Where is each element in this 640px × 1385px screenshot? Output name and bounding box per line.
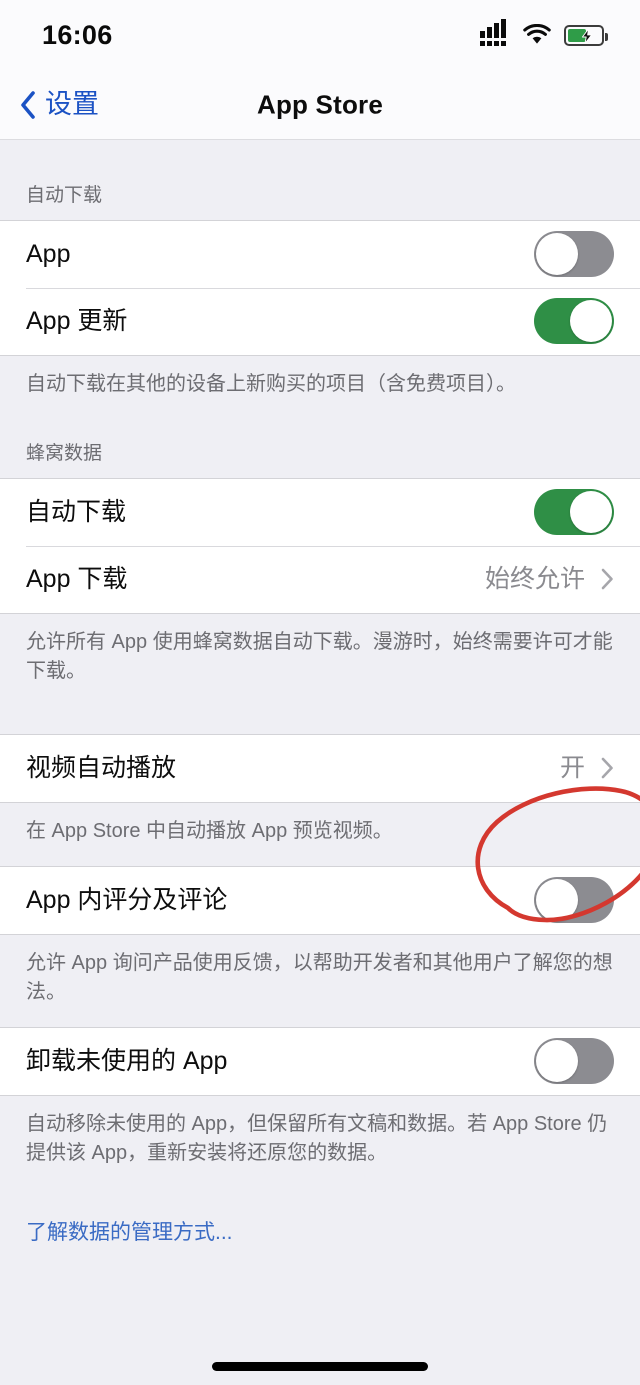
toggle-app-updates[interactable] [534, 298, 614, 345]
section-footer-video-autoplay: 在 App Store 中自动播放 App 预览视频。 [26, 819, 393, 842]
iphone-screen: 16:06 设置 App Store 自动下载 App App 更新 自动下载在… [0, 0, 640, 1385]
cellular-signal-icon [480, 19, 510, 46]
settings-list: 自动下载 App App 更新 自动下载在其他的设备上新购买的项目（含免费项目）… [0, 141, 640, 1385]
home-indicator[interactable] [212, 1362, 428, 1371]
row-value: 始终允许 [484, 564, 585, 593]
section-header-auto-download: 自动下载 [26, 185, 103, 206]
row-accessory [534, 877, 614, 924]
row-accessory [534, 231, 614, 278]
section-footer-in-app-ratings: 允许 App 询问产品使用反馈，以帮助开发者和其他用户了解您的想法。 [26, 951, 613, 1003]
chevron-right-icon [601, 757, 613, 779]
toggle-in-app-ratings[interactable] [534, 877, 614, 924]
row-accessory [534, 1038, 614, 1085]
status-bar: 16:06 [0, 0, 640, 70]
row-accessory: 始终允许 [484, 564, 614, 593]
chevron-right-icon [601, 568, 613, 590]
row-label: 视频自动播放 [26, 753, 177, 782]
row-label: App 更新 [26, 306, 128, 335]
page-title: App Store [256, 89, 384, 119]
section-offload-unused-apps: 卸载未使用的 App [0, 1026, 640, 1096]
section-footer-cellular-data: 允许所有 App 使用蜂窝数据自动下载。漫游时，始终需要许可才能下载。 [26, 630, 613, 682]
section-footer-auto-download: 自动下载在其他的设备上新购买的项目（含免费项目）。 [26, 372, 516, 395]
row-app[interactable]: App [0, 220, 640, 288]
row-in-app-ratings[interactable]: App 内评分及评论 [0, 866, 640, 934]
status-bar-icons [480, 19, 608, 46]
manage-data-link[interactable]: 了解数据的管理方式... [0, 1168, 259, 1245]
navigation-bar: 设置 App Store [0, 70, 640, 140]
toggle-automatic-downloads[interactable] [534, 489, 614, 536]
row-label: App [26, 239, 71, 268]
section-header-cellular-data: 蜂窝数据 [26, 442, 103, 464]
section-cellular-data: 自动下载 App 下载 始终允许 [0, 477, 640, 614]
row-accessory: 开 [559, 753, 614, 782]
row-label: App 下载 [26, 564, 128, 593]
section-footer-offload-unused-apps: 自动移除未使用的 App，但保留所有文稿和数据。若 App Store 仍提供该… [26, 1112, 608, 1164]
row-app-downloads[interactable]: App 下载 始终允许 [0, 545, 640, 613]
row-accessory [534, 489, 614, 536]
row-offload-unused-apps[interactable]: 卸载未使用的 App [0, 1027, 640, 1095]
row-app-updates[interactable]: App 更新 [0, 287, 640, 355]
section-in-app-ratings: App 内评分及评论 [0, 865, 640, 935]
row-video-autoplay[interactable]: 视频自动播放 开 [0, 734, 640, 802]
battery-charging-icon [564, 24, 608, 46]
row-label: 自动下载 [26, 497, 127, 526]
row-label: App 内评分及评论 [26, 885, 228, 914]
section-header-video-autoplay [0, 686, 640, 734]
section-video-autoplay: 视频自动播放 开 [0, 733, 640, 803]
row-value: 开 [559, 753, 585, 782]
section-auto-download: App App 更新 [0, 219, 640, 356]
row-label: 卸载未使用的 App [26, 1046, 228, 1075]
row-accessory [534, 298, 614, 345]
toggle-offload-unused-apps[interactable] [534, 1038, 614, 1085]
status-bar-clock: 16:06 [42, 19, 113, 50]
toggle-app[interactable] [534, 231, 614, 278]
wifi-icon [523, 24, 551, 44]
row-automatic-downloads[interactable]: 自动下载 [0, 478, 640, 546]
